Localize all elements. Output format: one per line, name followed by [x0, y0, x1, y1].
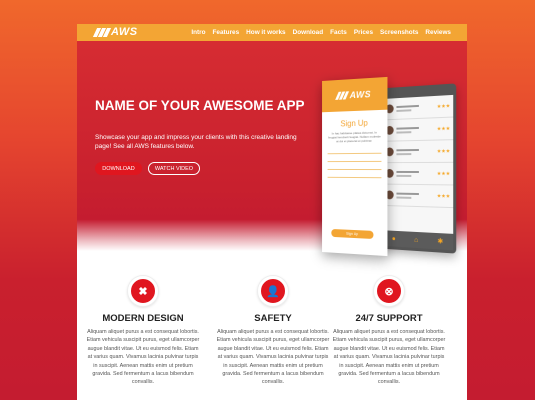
features-section: ✖ MODERN DESIGN Aliquam aliquet purus a …	[77, 276, 467, 400]
star-rating-icon: ★★★	[437, 171, 450, 177]
star-rating-icon: ★★★	[437, 193, 450, 199]
hero-section: NAME OF YOUR AWESOME APP Showcase your a…	[77, 41, 467, 251]
list-item: ★★★	[383, 185, 453, 209]
close-circle-icon: ⊗	[374, 276, 404, 306]
user-shield-icon: 👤	[258, 276, 288, 306]
list-item-text	[396, 190, 433, 201]
hero-subtitle: Showcase your app and impress your clien…	[95, 133, 305, 151]
logo-text: AWS	[111, 26, 138, 38]
list-item: ★★★	[383, 118, 453, 142]
list-item-text	[396, 146, 433, 157]
mic-icon: ●	[392, 235, 396, 242]
signup-field	[328, 169, 382, 170]
feature-title: SAFETY	[213, 313, 333, 324]
nav-item-how-it-works[interactable]: How it works	[246, 29, 285, 36]
gear-icon: ✱	[437, 237, 443, 245]
feature-text: Aliquam aliquet purus a est consequat lo…	[329, 328, 449, 387]
signup-description: In hac habitasse platea dictumst. In feu…	[322, 127, 387, 146]
list-item: ★★★	[383, 163, 453, 186]
signup-field	[328, 161, 382, 162]
feature-text: Aliquam aliquet purus a est consequat lo…	[83, 328, 203, 387]
logo-stripes-icon	[337, 91, 347, 99]
feature-title: 24/7 SUPPORT	[329, 313, 449, 324]
phone-tabbar: ● ⌂ ✱	[383, 230, 453, 250]
signup-button: Sign Up	[331, 229, 373, 239]
list-item-text	[396, 124, 433, 135]
signup-field	[328, 153, 382, 155]
list-item-text	[396, 169, 433, 179]
phone-mockup-signup: AWS Sign Up In hac habitasse platea dict…	[322, 77, 387, 256]
nav-item-screenshots[interactable]: Screenshots	[380, 29, 418, 36]
list-item-text	[396, 102, 433, 114]
logo-stripes-icon	[95, 28, 109, 37]
nav-item-reviews[interactable]: Reviews	[425, 29, 451, 36]
nav-item-prices[interactable]: Prices	[354, 29, 373, 36]
nav-item-download[interactable]: Download	[293, 29, 324, 36]
home-icon: ⌂	[414, 236, 418, 243]
hero-title: NAME OF YOUR AWESOME APP	[95, 98, 315, 113]
logo[interactable]: AWS	[95, 26, 138, 38]
star-rating-icon: ★★★	[437, 125, 450, 132]
nav-item-intro[interactable]: Intro	[191, 29, 205, 36]
nav-item-facts[interactable]: Facts	[330, 29, 347, 36]
feature-modern-design: ✖ MODERN DESIGN Aliquam aliquet purus a …	[83, 276, 203, 387]
landing-page: AWS Intro Features How it works Download…	[77, 24, 467, 400]
nav-menu: Intro Features How it works Download Fac…	[191, 24, 451, 41]
feature-support: ⊗ 24/7 SUPPORT Aliquam aliquet purus a e…	[329, 276, 449, 387]
list-item: ★★★	[383, 140, 453, 163]
phone-logo-text: AWS	[350, 89, 371, 100]
top-navbar: AWS Intro Features How it works Download…	[77, 24, 467, 41]
signup-field	[328, 177, 382, 178]
cross-icon: ✖	[128, 276, 158, 306]
phone-header: AWS	[322, 77, 387, 112]
watch-video-button[interactable]: WATCH VIDEO	[148, 162, 200, 175]
list-item: ★★★	[383, 95, 453, 120]
star-rating-icon: ★★★	[437, 103, 450, 110]
star-rating-icon: ★★★	[437, 148, 450, 154]
phone-mockup-list: ★★★ ★★★ ★★★ ★★★ ★★★ ● ⌂ ✱	[380, 83, 456, 253]
feature-text: Aliquam aliquet purus a est consequat lo…	[213, 328, 333, 387]
nav-item-features[interactable]: Features	[213, 29, 240, 36]
download-button[interactable]: DOWNLOAD	[95, 162, 142, 175]
feature-title: MODERN DESIGN	[83, 313, 203, 324]
feature-safety: 👤 SAFETY Aliquam aliquet purus a est con…	[213, 276, 333, 387]
